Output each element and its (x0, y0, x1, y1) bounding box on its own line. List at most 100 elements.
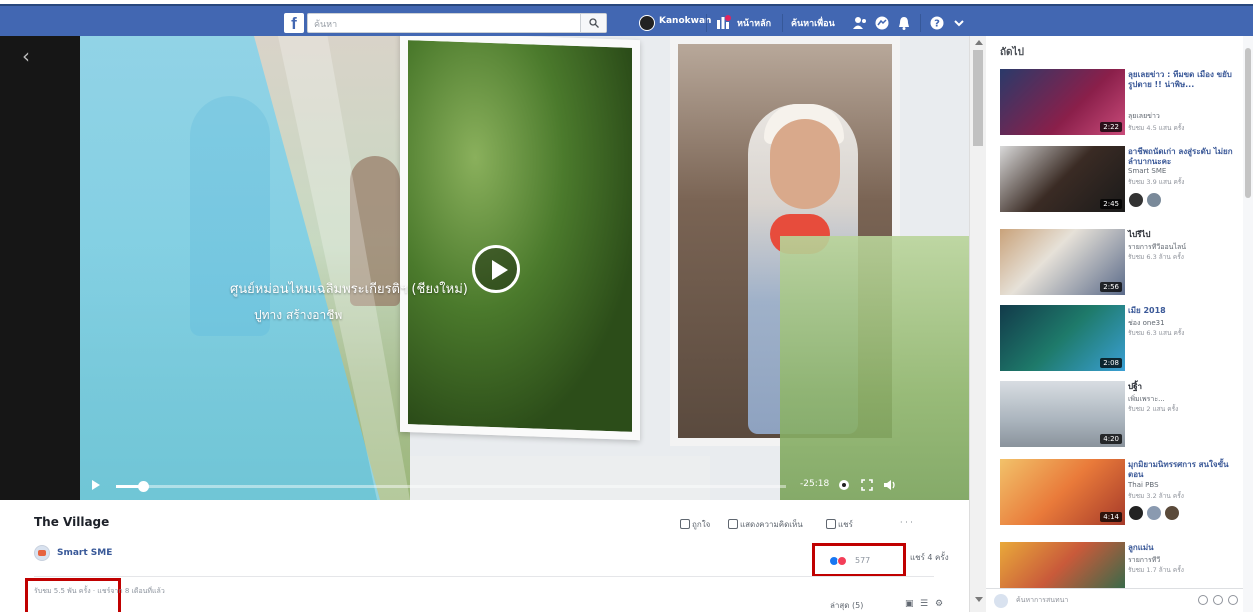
create-icon[interactable] (715, 15, 731, 31)
main-scrollbar[interactable] (969, 36, 986, 612)
messenger-icon[interactable] (874, 15, 890, 31)
nav-separator (782, 14, 783, 32)
up-next-title[interactable]: ไปรีไป (1128, 230, 1236, 240)
up-next-sidebar: ถัดไป 2:22 ลุยเลยข่าว : ทีมขด เมือง ขยับ… (986, 36, 1253, 612)
up-next-views: รับชม 2 แสน ครั้ง (1128, 405, 1179, 413)
up-next-page[interactable]: ลุยเลยข่าว (1128, 111, 1160, 122)
reaction-count: 577 (855, 556, 871, 565)
duration-badge: 2:08 (1100, 358, 1122, 368)
view-count: รับชม 5.5 พัน ครั้ง · แชร์จาก 8 เดือนที่… (34, 587, 165, 595)
settings-gear-icon[interactable] (837, 478, 851, 492)
love-reaction-icon (837, 556, 847, 566)
up-next-title[interactable]: อาชีพถนัดเก่า ลงสู่ระดับ ไม่ยกลำบากนะคะ (1128, 147, 1236, 167)
comment-label: แสดงความคิดเห็น (740, 520, 803, 529)
up-next-item[interactable]: 4:14 มุกมิยามนิทรรศการ สนใจขั้นตอน Thai … (1000, 459, 1240, 529)
home-link[interactable]: หน้าหลัก (737, 16, 771, 30)
more-options-icon[interactable]: · · · (900, 518, 913, 527)
scrollbar-thumb[interactable] (973, 50, 983, 146)
friend-avatar[interactable] (1128, 192, 1144, 208)
page-avatar[interactable] (34, 545, 50, 561)
up-next-title[interactable]: ลุยเลยข่าว : ทีมขด เมือง ขยับรูปตาย !! น… (1128, 70, 1236, 90)
play-button-icon[interactable] (472, 245, 520, 293)
friend-avatar[interactable] (1164, 505, 1180, 521)
duration-badge: 4:20 (1100, 434, 1122, 444)
up-next-item[interactable]: 2:08 เมีย 2018 ช่อง one31 รับชม 6.3 แสน … (1000, 305, 1240, 375)
up-next-item[interactable]: 2:22 ลุยเลยข่าว : ทีมขด เมือง ขยับรูปตาย… (1000, 69, 1240, 139)
up-next-title[interactable]: ลูกแม่น (1128, 543, 1236, 553)
up-next-title[interactable]: เมีย 2018 (1128, 306, 1236, 316)
chat-search-bar[interactable]: ค้นหาการสนทนา (986, 588, 1243, 612)
help-icon[interactable]: ? (929, 15, 945, 31)
up-next-item[interactable]: 4:20 ปฐิ้า เพิ่มเพราะ... รับชม 2 แสน ครั… (1000, 381, 1240, 451)
profile-avatar[interactable] (639, 15, 655, 31)
silkworm-leaves-image (408, 40, 632, 432)
caption-icon[interactable]: ▣ (905, 599, 915, 609)
friend-requests-icon[interactable] (852, 15, 868, 31)
account-menu-chevron-icon[interactable] (951, 15, 967, 31)
share-count[interactable]: แชร์ 4 ครั้ง (910, 551, 949, 564)
up-next-heading: ถัดไป (1000, 47, 1024, 58)
profile-name-link[interactable]: Kanokwan (659, 16, 711, 26)
friend-avatar[interactable] (1128, 505, 1144, 521)
friend-avatar[interactable] (1146, 192, 1162, 208)
up-next-title[interactable]: มุกมิยามนิทรรศการ สนใจขั้นตอน (1128, 460, 1236, 480)
new-group-icon[interactable] (1213, 595, 1223, 605)
up-next-page[interactable]: Thai PBS (1128, 481, 1159, 489)
page-name-link[interactable]: Smart SME (57, 548, 112, 558)
gear-icon[interactable]: ⚙ (935, 599, 945, 609)
up-next-views: รับชม 3.2 ล้าน ครั้ง (1128, 492, 1184, 500)
up-next-title[interactable]: ปฐิ้า (1128, 382, 1236, 392)
search-button[interactable] (580, 14, 606, 32)
video-thumbnail[interactable] (1000, 542, 1125, 588)
scroll-down-arrow-icon[interactable] (975, 597, 983, 602)
share-button[interactable]: แชร์ (826, 518, 853, 531)
find-friends-link[interactable]: ค้นหาเพื่อน (791, 16, 835, 30)
sidebar-scrollbar[interactable] (1243, 36, 1253, 612)
comment-sort-dropdown[interactable]: ล่าสุด (5) (830, 599, 863, 612)
up-next-item[interactable]: 2:56 ไปรีไป รายการทีวีออนไลน์ รับชม 6.3 … (1000, 229, 1240, 299)
search-input[interactable]: ค้นหา (307, 13, 607, 33)
video-thumbnail[interactable]: 2:08 (1000, 305, 1125, 371)
up-next-views: รับชม 3.9 แสน ครั้ง (1128, 178, 1185, 186)
up-next-item[interactable]: 2:45 อาชีพถนัดเก่า ลงสู่ระดับ ไม่ยกลำบาก… (1000, 146, 1240, 216)
scroll-up-arrow-icon[interactable] (975, 40, 983, 45)
duration-badge: 2:56 (1100, 282, 1122, 292)
chat-settings-icon[interactable] (1228, 595, 1238, 605)
friend-avatar[interactable] (1146, 505, 1162, 521)
farmer-face (770, 119, 840, 209)
time-remaining: -25:18 (800, 479, 830, 489)
facebook-logo[interactable]: f (284, 13, 304, 33)
play-icon[interactable] (92, 480, 100, 490)
volume-icon[interactable] (882, 478, 896, 492)
video-thumbnail[interactable]: 4:20 (1000, 381, 1125, 447)
like-button[interactable]: ถูกใจ (680, 518, 710, 531)
like-label: ถูกใจ (692, 520, 711, 529)
video-thumbnail[interactable]: 2:45 (1000, 146, 1125, 212)
video-thumbnail[interactable]: 4:14 (1000, 459, 1125, 525)
video-controls: -25:18 (80, 470, 969, 500)
people-icon[interactable]: ☰ (920, 599, 930, 609)
up-next-item[interactable]: ลูกแม่น รายการทีวี รับชม 1.7 ล้าน ครั้ง (1000, 542, 1240, 588)
up-next-page[interactable]: Smart SME (1128, 167, 1166, 175)
facebook-blue-bar: f ค้นหา Kanokwan หน้าหลัก ค้นหาเพื่อน ? (0, 4, 1253, 36)
video-info-section: The Village ถูกใจ แสดงความคิดเห็น แชร์ ·… (0, 500, 969, 612)
reactions-highlight-box[interactable]: 577 (812, 543, 906, 577)
video-panel-mulberry (780, 236, 969, 500)
share-icon (826, 519, 836, 529)
new-message-icon[interactable] (1198, 595, 1208, 605)
sidebar-scrollbar-thumb[interactable] (1245, 48, 1251, 198)
up-next-views: รับชม 6.3 ล้าน ครั้ง (1128, 253, 1184, 261)
progress-bar[interactable] (116, 481, 786, 492)
video-title: The Village (34, 515, 110, 529)
video-thumbnail[interactable]: 2:22 (1000, 69, 1125, 135)
video-overlay-title: ศูนย์หม่อนไหมเฉลิมพระเกียรติฯ (ชียงใหม่) (230, 282, 468, 297)
video-thumbnail[interactable]: 2:56 (1000, 229, 1125, 295)
progress-knob[interactable] (137, 481, 149, 492)
notifications-bell-icon[interactable] (896, 15, 912, 31)
video-player[interactable]: ศูนย์หม่อนไหมเฉลิมพระเกียรติฯ (ชียงใหม่)… (80, 36, 969, 500)
fullscreen-icon[interactable] (860, 478, 874, 492)
comment-button[interactable]: แสดงความคิดเห็น (728, 518, 803, 531)
nav-separator (706, 14, 707, 32)
back-arrow-icon[interactable]: ‹ (22, 44, 30, 68)
top-navigation-bar: f ค้นหา Kanokwan หน้าหลัก ค้นหาเพื่อน ? (0, 0, 1253, 36)
